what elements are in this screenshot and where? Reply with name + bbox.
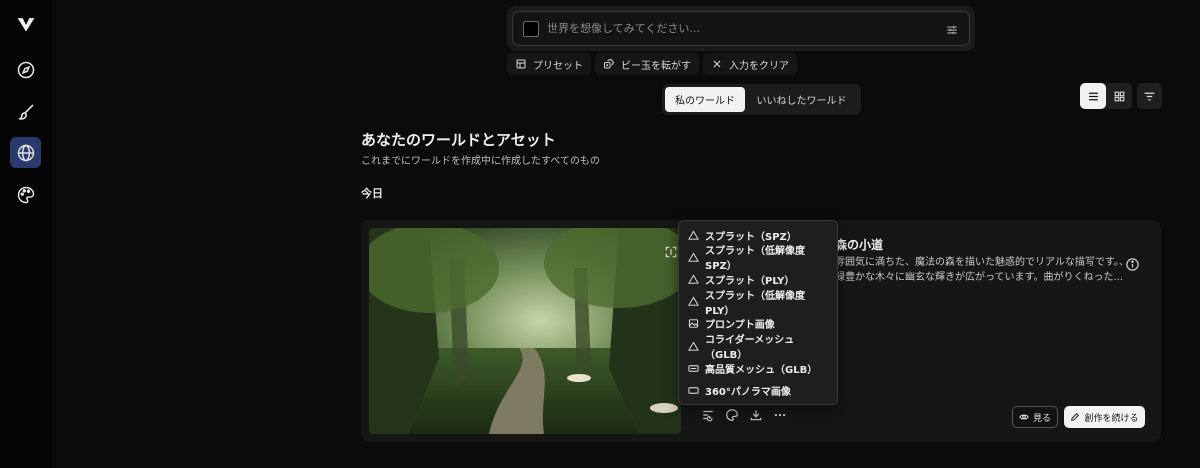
- more-icon[interactable]: [773, 408, 787, 422]
- menu-item-label: コライダーメッシュ（GLB）: [705, 335, 795, 362]
- list-view-button[interactable]: [1080, 83, 1106, 109]
- world-title: 森の小道: [835, 238, 884, 252]
- prompt-image-slot[interactable]: [523, 20, 539, 37]
- menu-item-collider-mesh[interactable]: コライダーメッシュ（GLB）: [679, 335, 837, 361]
- prompt-chips: プリセット ビー玉を転がす 入力をクリア: [507, 53, 797, 75]
- triangle-icon: [688, 252, 699, 262]
- brush-icon[interactable]: [10, 96, 41, 127]
- chip-label: ビー玉を転がす: [621, 60, 691, 72]
- close-icon: [713, 60, 721, 68]
- info-icon[interactable]: [1125, 257, 1140, 272]
- filter-button[interactable]: [1137, 83, 1162, 109]
- world-tabs: 私のワールド いいねしたワールド: [662, 84, 861, 115]
- triangle-icon: [688, 296, 699, 306]
- view-button[interactable]: 見る: [1012, 406, 1058, 428]
- prompt-inner: [512, 11, 970, 46]
- image-icon: [688, 319, 699, 328]
- logo-icon[interactable]: [10, 8, 41, 39]
- panorama-icon: [688, 387, 699, 394]
- menu-item-label: スプラット（低解像度SPZ）: [705, 246, 805, 273]
- menu-item-hq-mesh[interactable]: 高品質メッシュ（GLB）: [679, 357, 837, 379]
- continue-creating-button[interactable]: 創作を続ける: [1064, 406, 1145, 428]
- roll-marble-chip[interactable]: ビー玉を転がす: [595, 53, 699, 75]
- list-icon: [1088, 92, 1098, 100]
- menu-item-splat-low-ply[interactable]: スプラット（低解像度PLY）: [679, 291, 837, 317]
- triangle-icon: [688, 230, 699, 240]
- triangle-icon: [688, 341, 699, 351]
- layout-icon: [516, 59, 526, 69]
- download-menu: スプラット（SPZ） スプラット（低解像度SPZ） スプラット（PLY） スプラ…: [678, 220, 838, 405]
- card-tools: [701, 408, 787, 422]
- view-toggle: [1080, 83, 1132, 109]
- menu-item-label: スプラット（SPZ）: [705, 231, 797, 243]
- tab-liked-worlds[interactable]: いいねしたワールド: [745, 87, 858, 112]
- menu-item-panorama[interactable]: 360°パノラマ画像: [679, 379, 837, 401]
- expand-icon[interactable]: [664, 245, 678, 259]
- prompt-bar: [507, 6, 975, 51]
- prompt-list-icon[interactable]: [701, 408, 715, 422]
- prompt-input[interactable]: [547, 22, 945, 35]
- tab-my-worlds[interactable]: 私のワールド: [665, 87, 745, 112]
- sidebar: [0, 0, 52, 468]
- page-title: あなたのワールドとアセット: [361, 131, 556, 149]
- section-label-today: 今日: [361, 187, 383, 200]
- palette-icon[interactable]: [725, 408, 739, 422]
- menu-item-label: 360°パノラマ画像: [705, 386, 791, 398]
- continue-button-label: 創作を続ける: [1084, 413, 1139, 424]
- dice-icon: [604, 58, 615, 69]
- filter-icon: [1144, 92, 1155, 100]
- menu-item-splat-low-spz[interactable]: スプラット（低解像度SPZ）: [679, 246, 837, 272]
- preset-chip[interactable]: プリセット: [507, 53, 591, 75]
- menu-item-label: 高品質メッシュ（GLB）: [705, 364, 818, 376]
- compass-icon[interactable]: [10, 54, 41, 85]
- eye-icon: [1019, 414, 1029, 420]
- grid-view-button[interactable]: [1106, 83, 1132, 109]
- view-button-label: 見る: [1032, 413, 1051, 424]
- mesh-icon: [688, 365, 699, 372]
- chip-label: 入力をクリア: [729, 60, 789, 72]
- world-description: 雰囲気に満ちた、魔法の森を描いた魅惑的でリアルな描写です。、緑豊かな木々に幽玄な…: [835, 257, 1129, 283]
- menu-item-label: スプラット（PLY）: [705, 275, 795, 287]
- clear-input-chip[interactable]: 入力をクリア: [703, 53, 797, 75]
- download-icon[interactable]: [749, 408, 763, 422]
- page-subtitle: これまでにワールドを作成中に作成したすべてのもの: [361, 156, 600, 167]
- chip-label: プリセット: [533, 60, 583, 72]
- palette-icon[interactable]: [10, 179, 41, 210]
- settings-sliders-icon[interactable]: [945, 22, 959, 36]
- pencil-icon: [1071, 413, 1080, 421]
- grid-icon: [1114, 91, 1124, 101]
- menu-item-label: スプラット（低解像度PLY）: [705, 290, 805, 317]
- triangle-icon: [688, 274, 699, 284]
- globe-icon[interactable]: [10, 137, 41, 168]
- world-thumbnail[interactable]: [369, 228, 681, 434]
- menu-item-label: プロンプト画像: [705, 320, 775, 332]
